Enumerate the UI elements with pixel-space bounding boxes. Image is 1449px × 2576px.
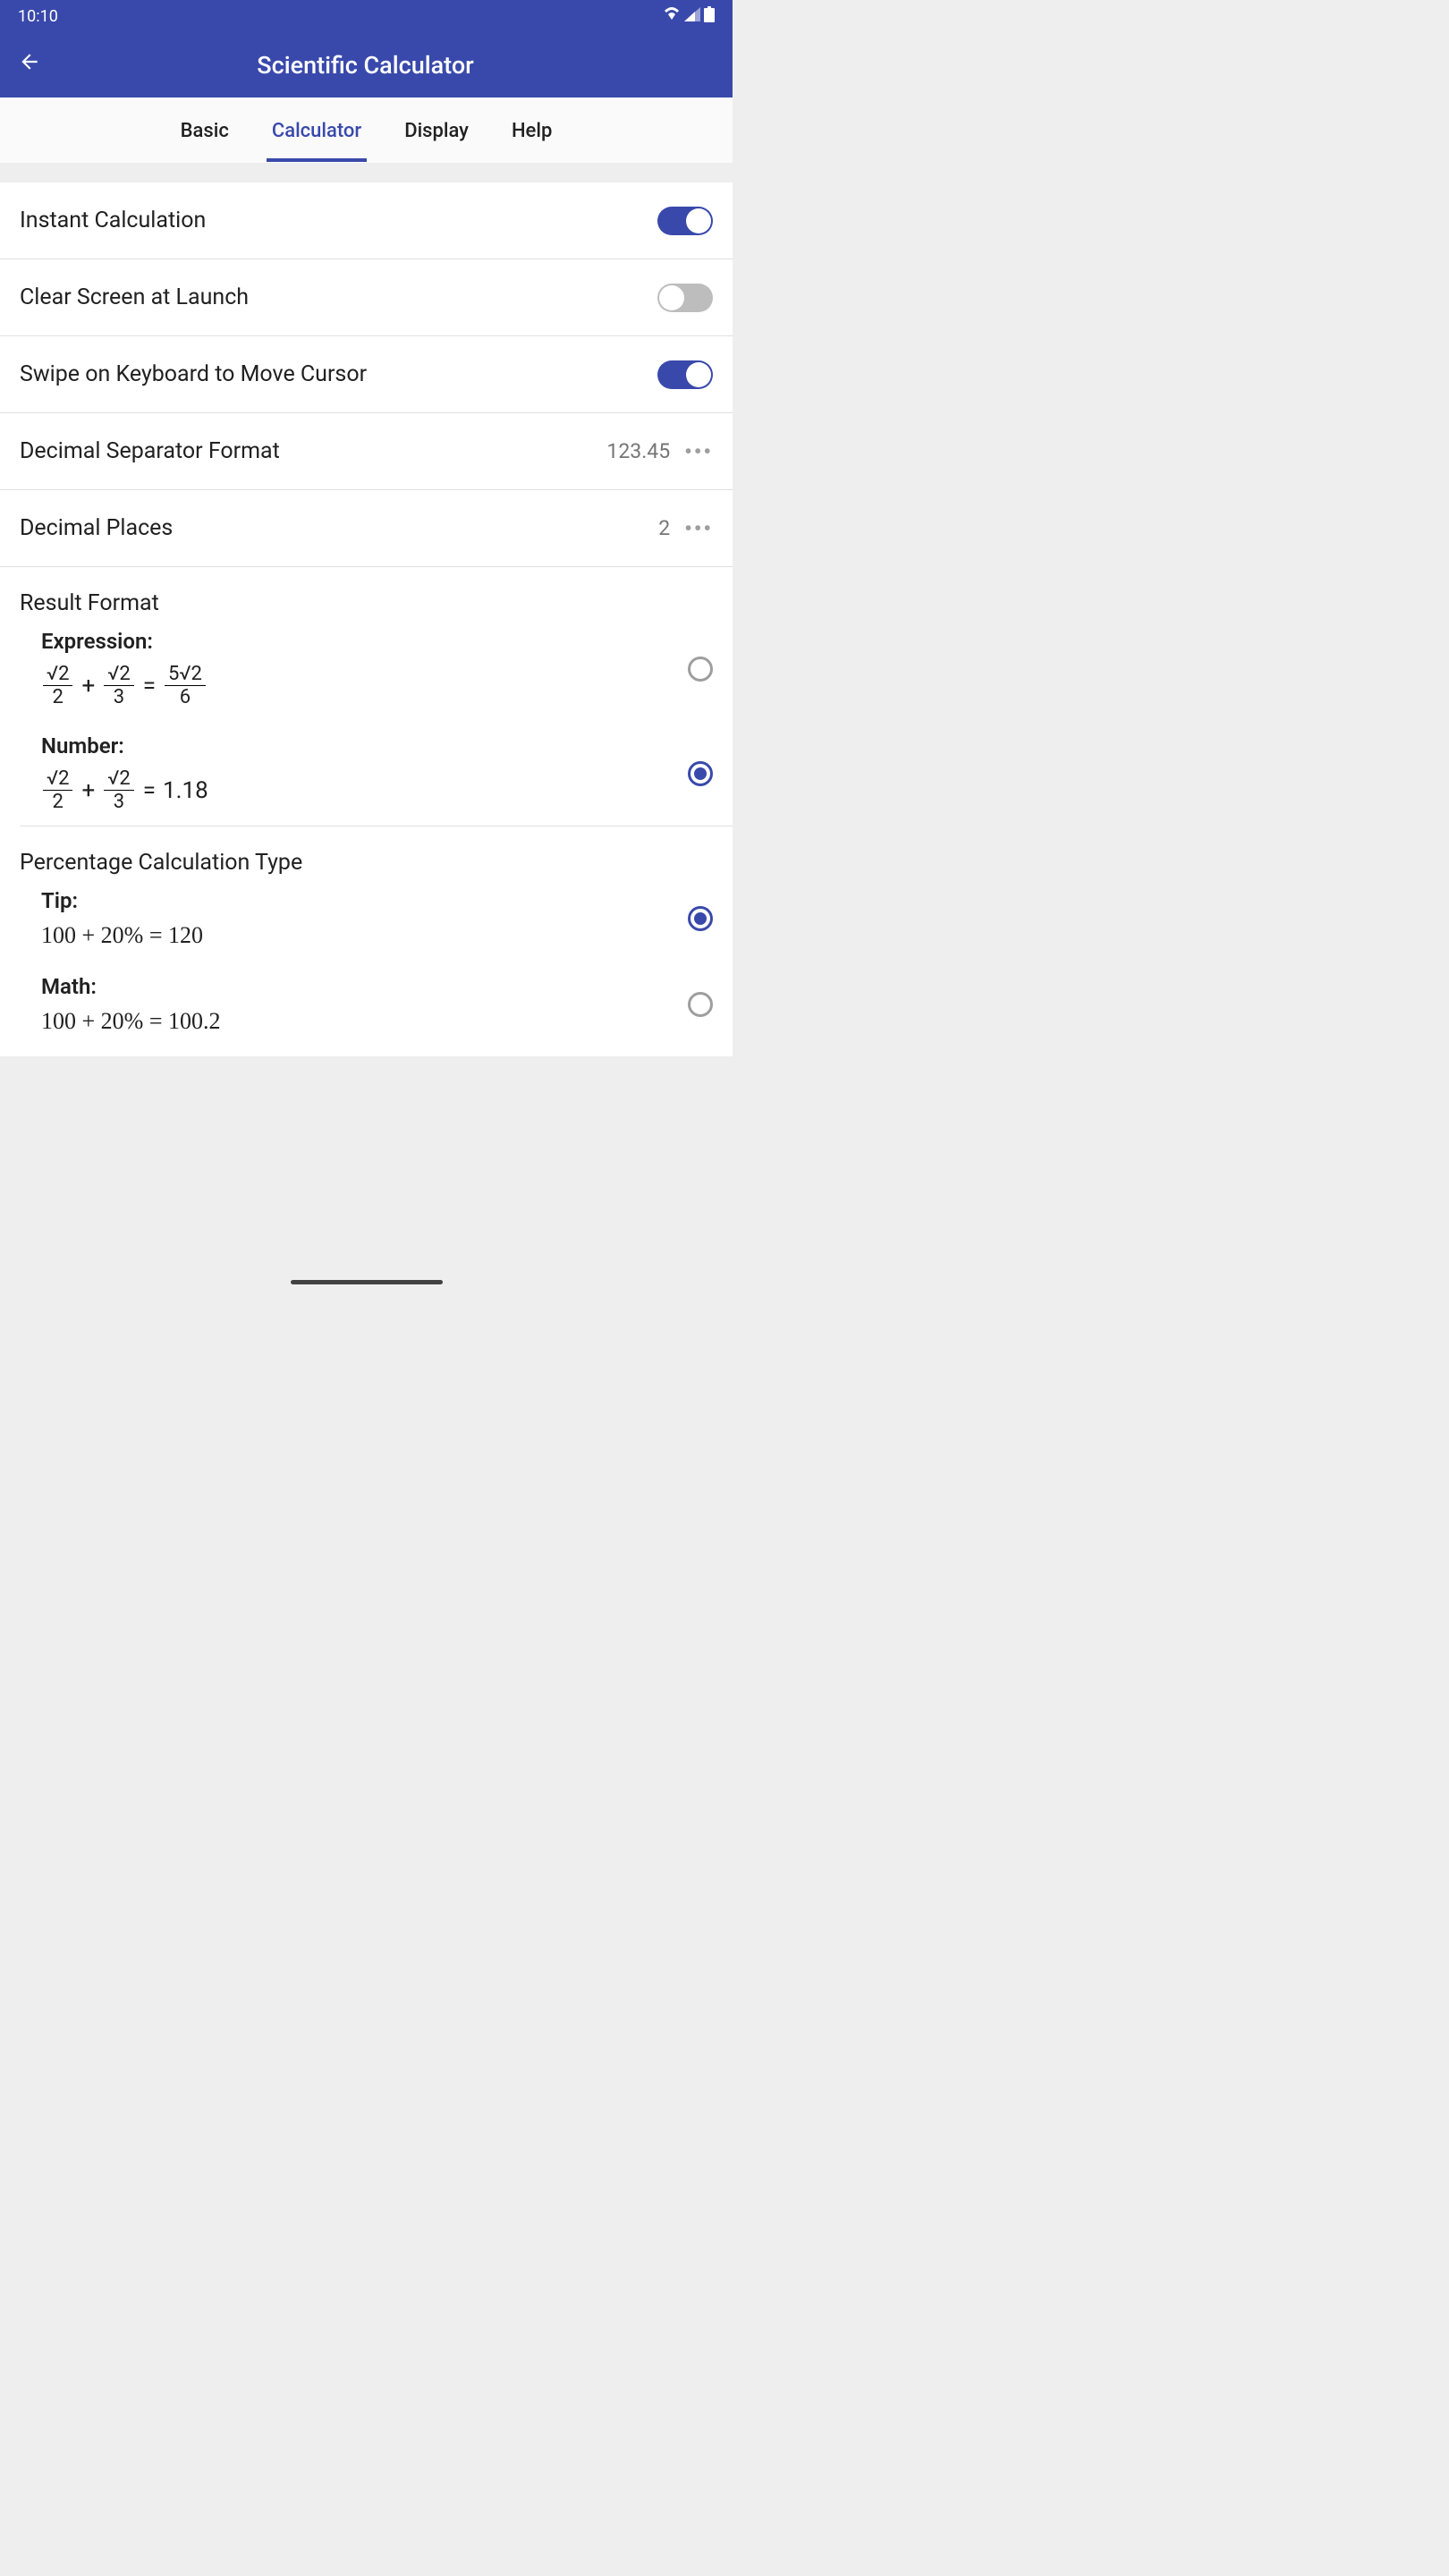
radio-number[interactable] [688, 761, 713, 786]
option-content: Tip: 100 + 20% = 120 [41, 888, 688, 949]
option-math[interactable]: Math: 100 + 20% = 100.2 [0, 962, 733, 1056]
status-time: 10:10 [18, 7, 58, 26]
setting-label: Decimal Separator Format [20, 438, 280, 464]
tab-calculator[interactable]: Calculator [272, 98, 361, 162]
option-content: Math: 100 + 20% = 100.2 [41, 974, 688, 1035]
settings-group: Instant Calculation Clear Screen at Laun… [0, 182, 733, 1056]
setting-decimal-separator[interactable]: Decimal Separator Format 123.45 ••• [0, 413, 733, 490]
setting-swipe-cursor[interactable]: Swipe on Keyboard to Move Cursor [0, 336, 733, 413]
bottom-spacer [0, 1056, 733, 1182]
status-icons [663, 6, 715, 27]
content-area: Instant Calculation Clear Screen at Laun… [0, 163, 733, 1182]
decimal-places-value: 2 [658, 516, 670, 540]
tab-display[interactable]: Display [404, 98, 469, 162]
option-label: Number: [41, 733, 688, 758]
setting-clear-screen[interactable]: Clear Screen at Launch [0, 259, 733, 336]
tab-help[interactable]: Help [512, 98, 552, 162]
option-number[interactable]: Number: √22 + √23 = 1.18 [0, 721, 733, 826]
setting-value-group: 2 ••• [658, 516, 713, 541]
setting-value-group: 123.45 ••• [606, 439, 713, 464]
app-header: Scientific Calculator [0, 32, 733, 97]
option-tip[interactable]: Tip: 100 + 20% = 120 [0, 876, 733, 962]
toggle-swipe-cursor[interactable] [657, 360, 713, 389]
decimal-separator-value: 123.45 [606, 439, 670, 463]
option-label: Math: [41, 974, 688, 999]
wifi-icon [663, 7, 681, 26]
battery-icon [704, 6, 715, 27]
home-indicator[interactable] [291, 1280, 443, 1284]
tab-basic[interactable]: Basic [181, 98, 229, 162]
radio-math[interactable] [688, 992, 713, 1017]
page-title: Scientific Calculator [70, 51, 661, 80]
option-label: Expression: [41, 629, 688, 654]
option-content: Number: √22 + √23 = 1.18 [41, 733, 688, 813]
option-formula: 100 + 20% = 120 [41, 922, 688, 949]
option-expression[interactable]: Expression: √22 + √23 = 5√26 [0, 616, 733, 721]
status-bar: 10:10 [0, 0, 733, 32]
setting-instant-calculation[interactable]: Instant Calculation [0, 182, 733, 259]
option-formula: √22 + √23 = 1.18 [41, 767, 688, 813]
more-icon: ••• [684, 516, 713, 541]
toggle-instant-calculation[interactable] [657, 207, 713, 235]
radio-expression[interactable] [688, 657, 713, 682]
signal-icon [684, 7, 700, 26]
more-icon: ••• [684, 439, 713, 464]
setting-label: Clear Screen at Launch [20, 284, 249, 310]
tab-bar: Basic Calculator Display Help [0, 97, 733, 163]
option-formula: 100 + 20% = 100.2 [41, 1008, 688, 1035]
setting-label: Instant Calculation [20, 208, 206, 233]
radio-tip[interactable] [688, 906, 713, 931]
toggle-clear-screen[interactable] [657, 284, 713, 312]
percentage-type-title: Percentage Calculation Type [0, 826, 733, 876]
number-result-value: 1.18 [163, 777, 208, 804]
setting-label: Swipe on Keyboard to Move Cursor [20, 361, 367, 387]
back-arrow-icon[interactable] [18, 50, 41, 80]
option-content: Expression: √22 + √23 = 5√26 [41, 629, 688, 708]
option-formula: √22 + √23 = 5√26 [41, 663, 688, 708]
result-format-title: Result Format [0, 567, 733, 616]
setting-label: Decimal Places [20, 515, 173, 541]
option-label: Tip: [41, 888, 688, 913]
setting-decimal-places[interactable]: Decimal Places 2 ••• [0, 490, 733, 567]
